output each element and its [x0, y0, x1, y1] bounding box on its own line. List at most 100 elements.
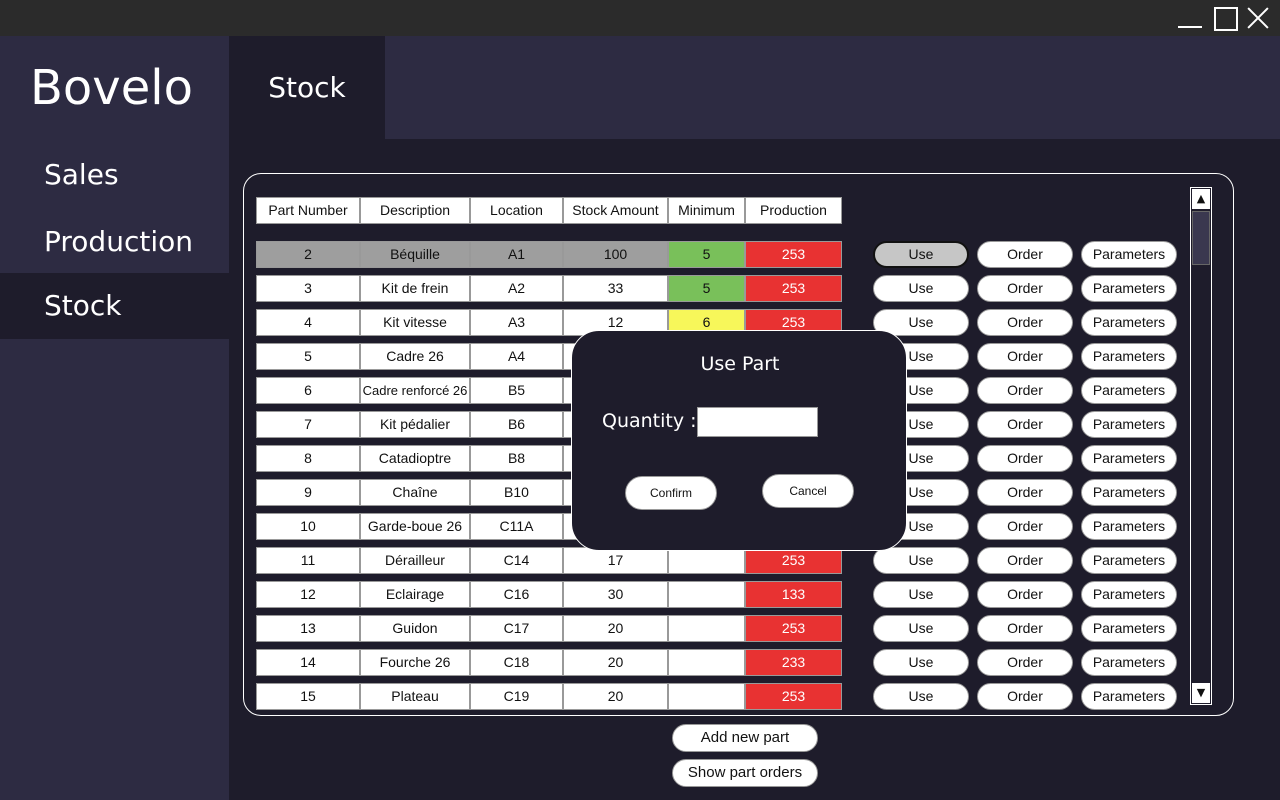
app-logo: Bovelo — [30, 60, 193, 116]
close-icon[interactable] — [1244, 4, 1272, 32]
cell-location: B6 — [470, 411, 563, 438]
cell-description: Kit vitesse — [360, 309, 470, 336]
order-button[interactable]: Order — [977, 445, 1073, 472]
order-button[interactable]: Order — [977, 377, 1073, 404]
cell-part-number: 7 — [256, 411, 360, 438]
column-header-description: Description — [360, 197, 470, 224]
maximize-icon[interactable] — [1210, 4, 1238, 32]
table-scrollbar[interactable]: ▲ ▼ — [1190, 187, 1212, 705]
cell-production: 253 — [745, 615, 842, 642]
cell-location: C11A — [470, 513, 563, 540]
cell-part-number: 2 — [256, 241, 360, 268]
cell-production: 233 — [745, 649, 842, 676]
cell-description: Eclairage — [360, 581, 470, 608]
column-header-stock-amount: Stock Amount — [563, 197, 668, 224]
scrollbar-thumb[interactable] — [1192, 211, 1210, 265]
cell-description: Kit pédalier — [360, 411, 470, 438]
parameters-button[interactable]: Parameters — [1081, 683, 1177, 710]
cell-description: Fourche 26 — [360, 649, 470, 676]
cell-production: 133 — [745, 581, 842, 608]
add-new-part-button[interactable]: Add new part — [672, 724, 818, 752]
order-button[interactable]: Order — [977, 683, 1073, 710]
cell-location: C19 — [470, 683, 563, 710]
cell-stock-amount: 20 — [563, 615, 668, 642]
cell-production: 253 — [745, 683, 842, 710]
parameters-button[interactable]: Parameters — [1081, 275, 1177, 302]
cell-minimum — [668, 615, 745, 642]
parameters-button[interactable]: Parameters — [1081, 649, 1177, 676]
minimize-icon[interactable] — [1176, 4, 1204, 32]
parameters-button[interactable]: Parameters — [1081, 343, 1177, 370]
cell-part-number: 8 — [256, 445, 360, 472]
cell-stock-amount: 20 — [563, 649, 668, 676]
order-button[interactable]: Order — [977, 615, 1073, 642]
parameters-button[interactable]: Parameters — [1081, 615, 1177, 642]
cell-location: A2 — [470, 275, 563, 302]
cell-location: C18 — [470, 649, 563, 676]
parameters-button[interactable]: Parameters — [1081, 547, 1177, 574]
chevron-down-icon[interactable]: ▼ — [1192, 683, 1210, 703]
sidebar-item-stock[interactable]: Stock — [0, 273, 229, 339]
cell-production: 253 — [745, 275, 842, 302]
column-header-part-number: Part Number — [256, 197, 360, 224]
use-button[interactable]: Use — [873, 275, 969, 302]
use-button[interactable]: Use — [873, 581, 969, 608]
cell-description: Dérailleur — [360, 547, 470, 574]
cell-part-number: 10 — [256, 513, 360, 540]
cell-location: A3 — [470, 309, 563, 336]
page-title: Stock — [229, 36, 385, 139]
cell-stock-amount: 30 — [563, 581, 668, 608]
parameters-button[interactable]: Parameters — [1081, 581, 1177, 608]
use-button[interactable]: Use — [873, 683, 969, 710]
order-button[interactable]: Order — [977, 513, 1073, 540]
cancel-button[interactable]: Cancel — [762, 474, 854, 508]
use-button[interactable]: Use — [873, 547, 969, 574]
cell-description: Catadioptre — [360, 445, 470, 472]
use-button[interactable]: Use — [873, 241, 969, 268]
parameters-button[interactable]: Parameters — [1081, 241, 1177, 268]
column-header-minimum: Minimum — [668, 197, 745, 224]
order-button[interactable]: Order — [977, 581, 1073, 608]
order-button[interactable]: Order — [977, 343, 1073, 370]
cell-description: Garde-boue 26 — [360, 513, 470, 540]
cell-location: B8 — [470, 445, 563, 472]
order-button[interactable]: Order — [977, 411, 1073, 438]
cell-description: Cadre renforcé 26 — [360, 377, 470, 404]
cell-location: C17 — [470, 615, 563, 642]
page-header: Stock — [229, 36, 1280, 139]
sidebar: Bovelo Sales Production Stock — [0, 36, 229, 800]
cell-part-number: 13 — [256, 615, 360, 642]
cell-minimum — [668, 581, 745, 608]
parameters-button[interactable]: Parameters — [1081, 513, 1177, 540]
order-button[interactable]: Order — [977, 275, 1073, 302]
cell-part-number: 6 — [256, 377, 360, 404]
cell-stock-amount: 33 — [563, 275, 668, 302]
show-part-orders-button[interactable]: Show part orders — [672, 759, 818, 787]
quantity-input[interactable] — [697, 407, 818, 437]
chevron-up-icon[interactable]: ▲ — [1192, 189, 1210, 209]
use-button[interactable]: Use — [873, 649, 969, 676]
cell-part-number: 9 — [256, 479, 360, 506]
cell-location: C14 — [470, 547, 563, 574]
cell-part-number: 15 — [256, 683, 360, 710]
sidebar-item-production[interactable]: Production — [0, 209, 229, 275]
cell-production: 253 — [745, 241, 842, 268]
cell-description: Plateau — [360, 683, 470, 710]
sidebar-item-sales[interactable]: Sales — [0, 142, 229, 208]
use-button[interactable]: Use — [873, 615, 969, 642]
order-button[interactable]: Order — [977, 479, 1073, 506]
parameters-button[interactable]: Parameters — [1081, 411, 1177, 438]
order-button[interactable]: Order — [977, 649, 1073, 676]
parameters-button[interactable]: Parameters — [1081, 445, 1177, 472]
cell-description: Cadre 26 — [360, 343, 470, 370]
parameters-button[interactable]: Parameters — [1081, 377, 1177, 404]
cell-location: C16 — [470, 581, 563, 608]
confirm-button[interactable]: Confirm — [625, 476, 717, 510]
use-part-dialog: Use Part Quantity : Confirm Cancel — [571, 330, 907, 551]
parameters-button[interactable]: Parameters — [1081, 309, 1177, 336]
cell-description: Chaîne — [360, 479, 470, 506]
order-button[interactable]: Order — [977, 241, 1073, 268]
order-button[interactable]: Order — [977, 309, 1073, 336]
order-button[interactable]: Order — [977, 547, 1073, 574]
parameters-button[interactable]: Parameters — [1081, 479, 1177, 506]
